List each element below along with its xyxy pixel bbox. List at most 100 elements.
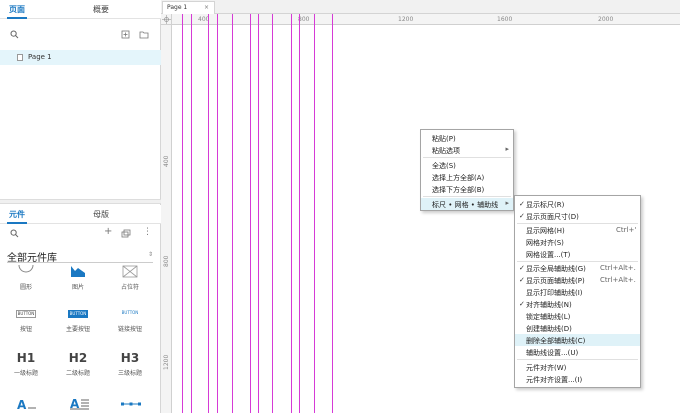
menu-item-paste-options[interactable]: 粘贴选项 ▸ [421,144,513,156]
guide-line[interactable] [208,14,209,413]
ruler-label: 400 [163,155,170,167]
horizontal-ruler[interactable]: 400 800 1200 1600 2000 [172,14,680,25]
add-folder-icon[interactable] [139,30,149,41]
horizontal-line-icon[interactable] [121,400,141,410]
chevron-right-icon: ▸ [505,199,509,207]
menu-item-create-guides[interactable]: 创建辅助线(D) [515,322,640,334]
panel-divider[interactable] [0,199,161,204]
tab-outline[interactable]: 概要 [93,4,109,15]
check-icon: ✓ [519,200,525,208]
menu-item-snap-to-guides[interactable]: ✓ 对齐辅助线(N) [515,298,640,310]
text-label-icon[interactable]: A [17,397,37,413]
menu-item-show-grid[interactable]: 显示网格(H) Ctrl+' [515,224,640,236]
pages-toolbar [0,28,161,45]
image-icon [54,264,102,280]
menu-item-label: 显示网格(H) [526,227,565,235]
widget-button[interactable]: BUTTON 按钮 [2,306,50,333]
menu-item-shortcut: Ctrl+' [616,226,637,234]
ruler-corner[interactable] [161,14,172,25]
pages-tabs: 页面 概要 [0,0,161,19]
widget-label: 一级标题 [13,370,38,377]
menu-item-paste[interactable]: 粘贴(P) [421,132,513,144]
menu-item-select-all[interactable]: 全选(S) [421,159,513,171]
menu-item-snap-to-widgets[interactable]: 元件对齐(W) [515,361,640,373]
menu-item-show-rulers[interactable]: ✓ 显示标尺(R) [515,198,640,210]
menu-item-label: 显示页面尺寸(D) [526,213,579,221]
library-copy-icon[interactable] [121,229,131,240]
menu-item-label: 对齐辅助线(N) [526,301,572,309]
guide-line[interactable] [314,14,315,413]
library-select[interactable]: 全部元件库 ⇕ [7,249,153,264]
menu-item-ruler-grid-guides[interactable]: 标尺 • 网格 • 辅助线 ▸ [421,198,513,210]
more-options-icon[interactable]: ⋮ [143,228,152,237]
tab-pages[interactable]: 页面 [9,4,25,15]
menu-separator [423,157,511,158]
widget-heading3[interactable]: H3 三级标题 [106,350,154,377]
tab-masters[interactable]: 母版 [93,209,109,220]
chevron-updown-icon: ⇕ [147,251,153,258]
guide-line[interactable] [182,14,183,413]
document-tabs: Page 1 × [161,0,680,14]
menu-item-snap-to-grid[interactable]: 网格对齐(S) [515,236,640,248]
menu-item-delete-all-guides[interactable]: 删除全部辅助线(C) [515,334,640,346]
circle-icon [2,264,50,280]
vertical-ruler[interactable]: 400 800 1200 [161,25,172,413]
menu-item-show-page-guides[interactable]: ✓ 显示页面辅助线(P) Ctrl+Alt+. [515,274,640,286]
guide-line[interactable] [191,14,192,413]
guide-line[interactable] [217,14,218,413]
close-icon[interactable]: × [204,4,209,11]
guides-submenu: ✓ 显示标尺(R) ✓ 显示页面尺寸(D) 显示网格(H) Ctrl+' 网格对… [514,195,641,388]
menu-item-label: 显示打印辅助线(I) [526,289,583,297]
heading1-icon: H1 [16,351,36,365]
menu-item-show-print-guides[interactable]: 显示打印辅助线(I) [515,286,640,298]
menu-item-label: 锁定辅助线(L) [526,313,571,321]
menu-item-show-page-size[interactable]: ✓ 显示页面尺寸(D) [515,210,640,222]
check-icon: ✓ [519,212,525,220]
menu-item-grid-settings[interactable]: 网格设置...(T) [515,248,640,260]
widget-label: 三级标题 [117,370,142,377]
widget-image[interactable]: 图片 [54,264,102,291]
guide-line[interactable] [232,14,233,413]
check-icon: ✓ [519,300,525,308]
menu-item-lock-guides[interactable]: 锁定辅助线(L) [515,310,640,322]
guide-line[interactable] [272,14,273,413]
widget-heading1[interactable]: H1 一级标题 [2,350,50,377]
widget-heading2[interactable]: H2 二级标题 [54,350,102,377]
guide-line[interactable] [250,14,251,413]
menu-item-label: 显示全局辅助线(G) [526,265,586,273]
page-list-item[interactable]: Page 1 [0,50,161,65]
active-tab-indicator [7,222,27,224]
page-icon [17,54,23,61]
guide-line[interactable] [291,14,292,413]
paragraph-icon[interactable]: A [70,396,90,412]
menu-item-shortcut: Ctrl+Alt+. [600,276,636,284]
widget-placeholder[interactable]: 占位符 [106,264,154,291]
tab-widgets[interactable]: 元件 [9,209,25,220]
heading2-icon: H2 [68,351,88,365]
search-icon[interactable] [10,30,19,41]
guide-line[interactable] [258,14,259,413]
menu-item-label: 网格对齐(S) [526,239,564,247]
add-page-icon[interactable] [121,30,130,41]
menu-item-label: 粘贴选项 [432,147,460,155]
menu-item-select-below[interactable]: 选择下方全部(B) [421,183,513,195]
widget-circle[interactable]: 圆形 [2,264,50,291]
menu-item-select-above[interactable]: 选择上方全部(A) [421,171,513,183]
widget-primary-button[interactable]: BUTTON 主要按钮 [54,306,102,333]
menu-item-show-global-guides[interactable]: ✓ 显示全局辅助线(G) Ctrl+Alt+. [515,262,640,274]
menu-item-guide-settings[interactable]: 辅助线设置...(U) [515,346,640,358]
guide-line[interactable] [299,14,300,413]
search-icon[interactable] [10,229,19,240]
add-library-icon[interactable]: + [104,227,112,237]
guide-line[interactable] [332,14,333,413]
menu-item-label: 粘贴(P) [432,135,456,143]
menu-item-label: 元件对齐设置...(I) [526,376,583,384]
widget-link-button[interactable]: BUTTON 链接按钮 [106,306,154,333]
menu-item-widget-snap-settings[interactable]: 元件对齐设置...(I) [515,373,640,385]
document-tab-page1[interactable]: Page 1 × [162,1,215,14]
widget-tabs: 元件 母版 [0,205,161,224]
app-window: 页面 概要 Page 1 元件 母版 + ⋮ 全部元件库 ⇕ 圆形 图片 占位符… [0,0,680,413]
menu-item-label: 显示标尺(R) [526,201,565,209]
ruler-label: 1600 [497,16,513,23]
svg-text:A: A [17,398,27,411]
